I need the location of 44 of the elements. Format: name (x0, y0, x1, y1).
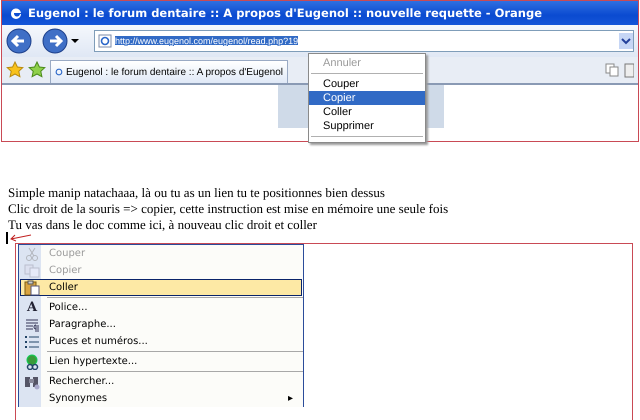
menu-item-label: Copier (48, 265, 82, 276)
bulleted-list-icon (24, 334, 40, 350)
clipboard-icon[interactable] (624, 62, 634, 78)
url-text: http://www.eugenol.com/eugenol/read.php?19 (115, 36, 298, 46)
menu-item[interactable]: Supprimer (309, 119, 425, 133)
menu-item[interactable]: Puces et numéros... (20, 333, 302, 350)
menu-item-label: Rechercher... (48, 376, 114, 387)
menu-item-label: Coller (48, 282, 78, 293)
menu-item-label: Puces et numéros... (48, 336, 148, 347)
arrow-icon (8, 233, 32, 243)
menu-item[interactable]: Rechercher... (20, 373, 302, 390)
copy-icon[interactable] (604, 62, 620, 78)
address-bar[interactable]: http://www.eugenol.com/eugenol/read.php?19 (94, 30, 634, 52)
dropdown-caret-icon[interactable] (70, 37, 80, 45)
font-icon: A (26, 300, 38, 314)
menu-item-label: Lien hypertexte... (48, 356, 138, 367)
globe-icon (24, 354, 40, 370)
menu-item[interactable]: Lien hypertexte... (20, 353, 302, 370)
star-icon[interactable] (6, 61, 24, 79)
menu-item-label: Couper (48, 248, 86, 259)
menu-item[interactable]: Copier (309, 91, 425, 105)
menu-item-label: Synonymes (48, 393, 108, 404)
menu-item-label: Police... (48, 302, 88, 313)
browser-tab[interactable]: Eugenol : le forum dentaire :: A propos d'Eugenol (50, 60, 288, 83)
menu-item[interactable]: Paragraphe... (20, 316, 302, 333)
submenu-arrow: ▸ (288, 393, 293, 404)
instruction-text: Clic droit de la souris => copier, cette instruction est mise en mémoire une seule fois (8, 201, 450, 217)
add-star-icon[interactable] (28, 61, 46, 79)
menu-item[interactable]: Synonymes ▸ (20, 390, 302, 407)
menu-item[interactable]: Coller (309, 105, 425, 119)
instruction-text: Simple manip natachaaa, là ou tu as un lien tu te positionnes bien dessus (8, 185, 386, 201)
text-cursor (6, 232, 8, 244)
instruction-text: Tu vas dans le doc comme ici, à nouveau clic droit et coller (8, 217, 318, 233)
page-icon (98, 34, 112, 48)
forward-button[interactable] (42, 28, 68, 54)
scissors-icon (24, 246, 40, 262)
menu-item[interactable]: A Police... (20, 299, 302, 316)
menu-item[interactable]: Couper (309, 77, 425, 91)
menu-item-label: Paragraphe... (48, 319, 116, 330)
paragraph-icon (24, 316, 40, 332)
clipboard-icon (24, 280, 40, 296)
copy-icon (24, 262, 40, 278)
menu-item[interactable]: Coller (20, 279, 302, 296)
window-title: Eugenol : le forum dentaire :: A propos d'Eugenol :: nouvelle requette - Orange (28, 6, 542, 20)
